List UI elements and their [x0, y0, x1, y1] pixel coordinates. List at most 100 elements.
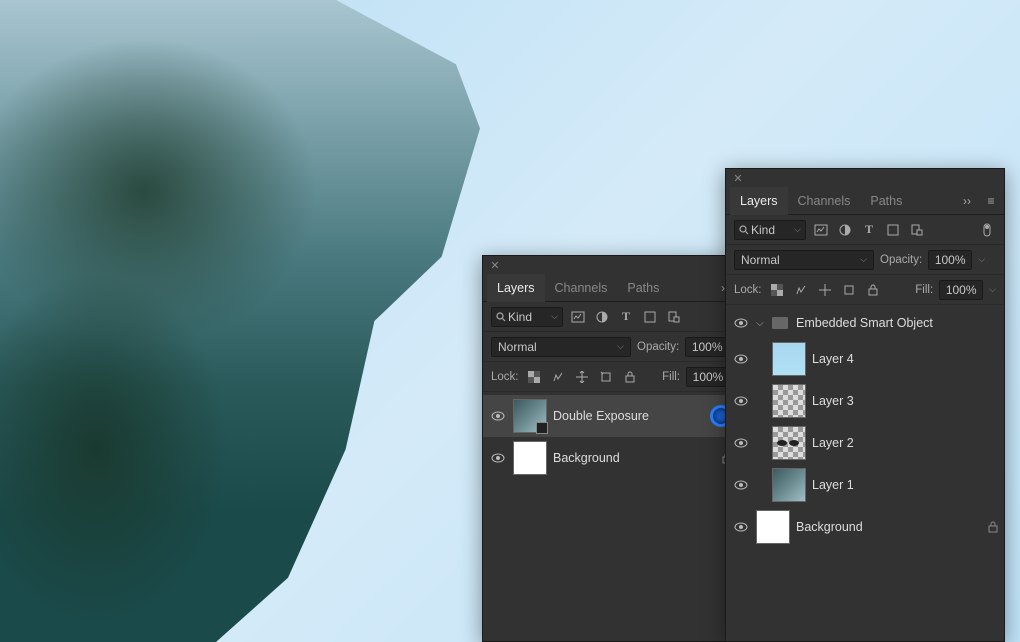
filter-pixel-icon[interactable] [812, 221, 830, 239]
tab-layers[interactable]: Layers [487, 274, 545, 302]
filter-pixel-icon[interactable] [569, 308, 587, 326]
opacity-label: Opacity: [637, 341, 679, 353]
layer-group-row[interactable]: ⌵ Embedded Smart Object [726, 308, 1004, 338]
layer-row[interactable]: Layer 3 [726, 380, 1004, 422]
fill-value[interactable]: 100% [939, 280, 983, 300]
layer-name[interactable]: Background [796, 520, 982, 534]
lock-artboard-icon[interactable] [840, 281, 858, 299]
visibility-icon[interactable] [732, 318, 750, 328]
layer-thumbnail[interactable] [772, 468, 806, 502]
close-icon[interactable]: ✕ [489, 259, 501, 271]
panel-menu-icon[interactable]: ≡ [982, 192, 1000, 210]
lock-transparency-icon[interactable] [525, 368, 543, 386]
blend-mode-select[interactable]: Normal ⌵ [734, 250, 874, 270]
filter-toggle-icon[interactable] [978, 221, 996, 239]
lock-row: Lock: Fill: 100% [483, 362, 738, 392]
filter-kind-select[interactable]: Kind ⌵ [734, 220, 806, 240]
panel-titlebar[interactable]: ✕ [726, 169, 1004, 187]
layer-row[interactable]: Background [726, 506, 1004, 548]
filter-type-icon[interactable]: T [860, 221, 878, 239]
lock-artboard-icon[interactable] [597, 368, 615, 386]
layer-filter-row: Kind ⌵ T [483, 302, 738, 332]
layer-row[interactable]: Layer 4 [726, 338, 1004, 380]
panel-titlebar[interactable]: ✕ [483, 256, 738, 274]
chevron-down-icon[interactable]: ⌵ [978, 254, 985, 265]
tab-paths[interactable]: Paths [617, 274, 669, 302]
lock-transparency-icon[interactable] [768, 281, 786, 299]
tab-layers[interactable]: Layers [730, 187, 788, 215]
layers-list: ⌵ Embedded Smart Object Layer 4 Layer 3 … [726, 305, 1004, 641]
group-expand-icon[interactable]: ⌵ [756, 318, 766, 329]
fill-label: Fill: [915, 284, 933, 296]
lock-label: Lock: [491, 371, 519, 383]
tab-channels[interactable]: Channels [545, 274, 618, 302]
lock-row: Lock: Fill: 100% ⌵ [726, 275, 1004, 305]
visibility-icon[interactable] [732, 396, 750, 406]
lock-position-icon[interactable] [816, 281, 834, 299]
visibility-icon[interactable] [732, 438, 750, 448]
chevron-down-icon: ⌵ [860, 254, 867, 265]
panel-tabs: Layers Channels Paths ›› [483, 274, 738, 302]
layers-panel-right: ✕ Layers Channels Paths ›› ≡ Kind ⌵ T No… [725, 168, 1005, 642]
layers-panel-left: ✕ Layers Channels Paths ›› Kind ⌵ T Norm… [482, 255, 739, 642]
layer-thumbnail[interactable] [772, 342, 806, 376]
layer-name[interactable]: Layer 2 [812, 436, 998, 450]
lock-all-icon[interactable] [864, 281, 882, 299]
opacity-label: Opacity: [880, 254, 922, 266]
lock-label: Lock: [734, 284, 762, 296]
filter-smartobject-icon[interactable] [908, 221, 926, 239]
fill-label: Fill: [662, 371, 680, 383]
visibility-icon[interactable] [732, 522, 750, 532]
layer-thumbnail[interactable] [772, 384, 806, 418]
visibility-icon[interactable] [732, 480, 750, 490]
layers-list: Double Exposure Background [483, 392, 738, 641]
filter-kind-select[interactable]: Kind ⌵ [491, 307, 563, 327]
layer-row[interactable]: Layer 1 [726, 464, 1004, 506]
close-icon[interactable]: ✕ [732, 172, 744, 184]
document-canvas[interactable] [0, 0, 480, 642]
lock-position-icon[interactable] [573, 368, 591, 386]
layer-name[interactable]: Double Exposure [553, 409, 704, 423]
panel-tabs: Layers Channels Paths ›› ≡ [726, 187, 1004, 215]
filter-adjustment-icon[interactable] [593, 308, 611, 326]
layer-name[interactable]: Layer 1 [812, 478, 998, 492]
layer-name[interactable]: Background [553, 451, 716, 465]
collapse-icon[interactable]: ›› [958, 192, 976, 210]
layer-row[interactable]: Double Exposure [483, 395, 738, 437]
tab-paths[interactable]: Paths [860, 187, 912, 215]
opacity-value[interactable]: 100% [928, 250, 972, 270]
filter-smartobject-icon[interactable] [665, 308, 683, 326]
lock-pixels-icon[interactable] [792, 281, 810, 299]
search-icon [496, 312, 506, 322]
chevron-down-icon[interactable]: ⌵ [989, 284, 996, 295]
opacity-value[interactable]: 100% [685, 337, 729, 357]
blend-mode-value: Normal [741, 253, 780, 267]
filter-shape-icon[interactable] [641, 308, 659, 326]
layer-thumbnail[interactable] [772, 426, 806, 460]
chevron-down-icon: ⌵ [551, 311, 558, 322]
tab-channels[interactable]: Channels [788, 187, 861, 215]
group-name[interactable]: Embedded Smart Object [796, 316, 998, 330]
search-icon [739, 225, 749, 235]
chevron-down-icon: ⌵ [617, 341, 624, 352]
chevron-down-icon: ⌵ [794, 224, 801, 235]
layer-thumbnail[interactable] [513, 441, 547, 475]
lock-pixels-icon[interactable] [549, 368, 567, 386]
fill-value[interactable]: 100% [686, 367, 730, 387]
layer-name[interactable]: Layer 3 [812, 394, 998, 408]
filter-shape-icon[interactable] [884, 221, 902, 239]
layer-name[interactable]: Layer 4 [812, 352, 998, 366]
layer-thumbnail[interactable] [513, 399, 547, 433]
visibility-icon[interactable] [732, 354, 750, 364]
visibility-icon[interactable] [489, 411, 507, 421]
lock-all-icon[interactable] [621, 368, 639, 386]
layer-thumbnail[interactable] [756, 510, 790, 544]
filter-type-icon[interactable]: T [617, 308, 635, 326]
blend-mode-select[interactable]: Normal ⌵ [491, 337, 631, 357]
layer-row[interactable]: Background [483, 437, 738, 479]
layer-row[interactable]: Layer 2 [726, 422, 1004, 464]
blend-row: Normal ⌵ Opacity: 100% [483, 332, 738, 362]
blend-mode-value: Normal [498, 340, 537, 354]
visibility-icon[interactable] [489, 453, 507, 463]
filter-adjustment-icon[interactable] [836, 221, 854, 239]
